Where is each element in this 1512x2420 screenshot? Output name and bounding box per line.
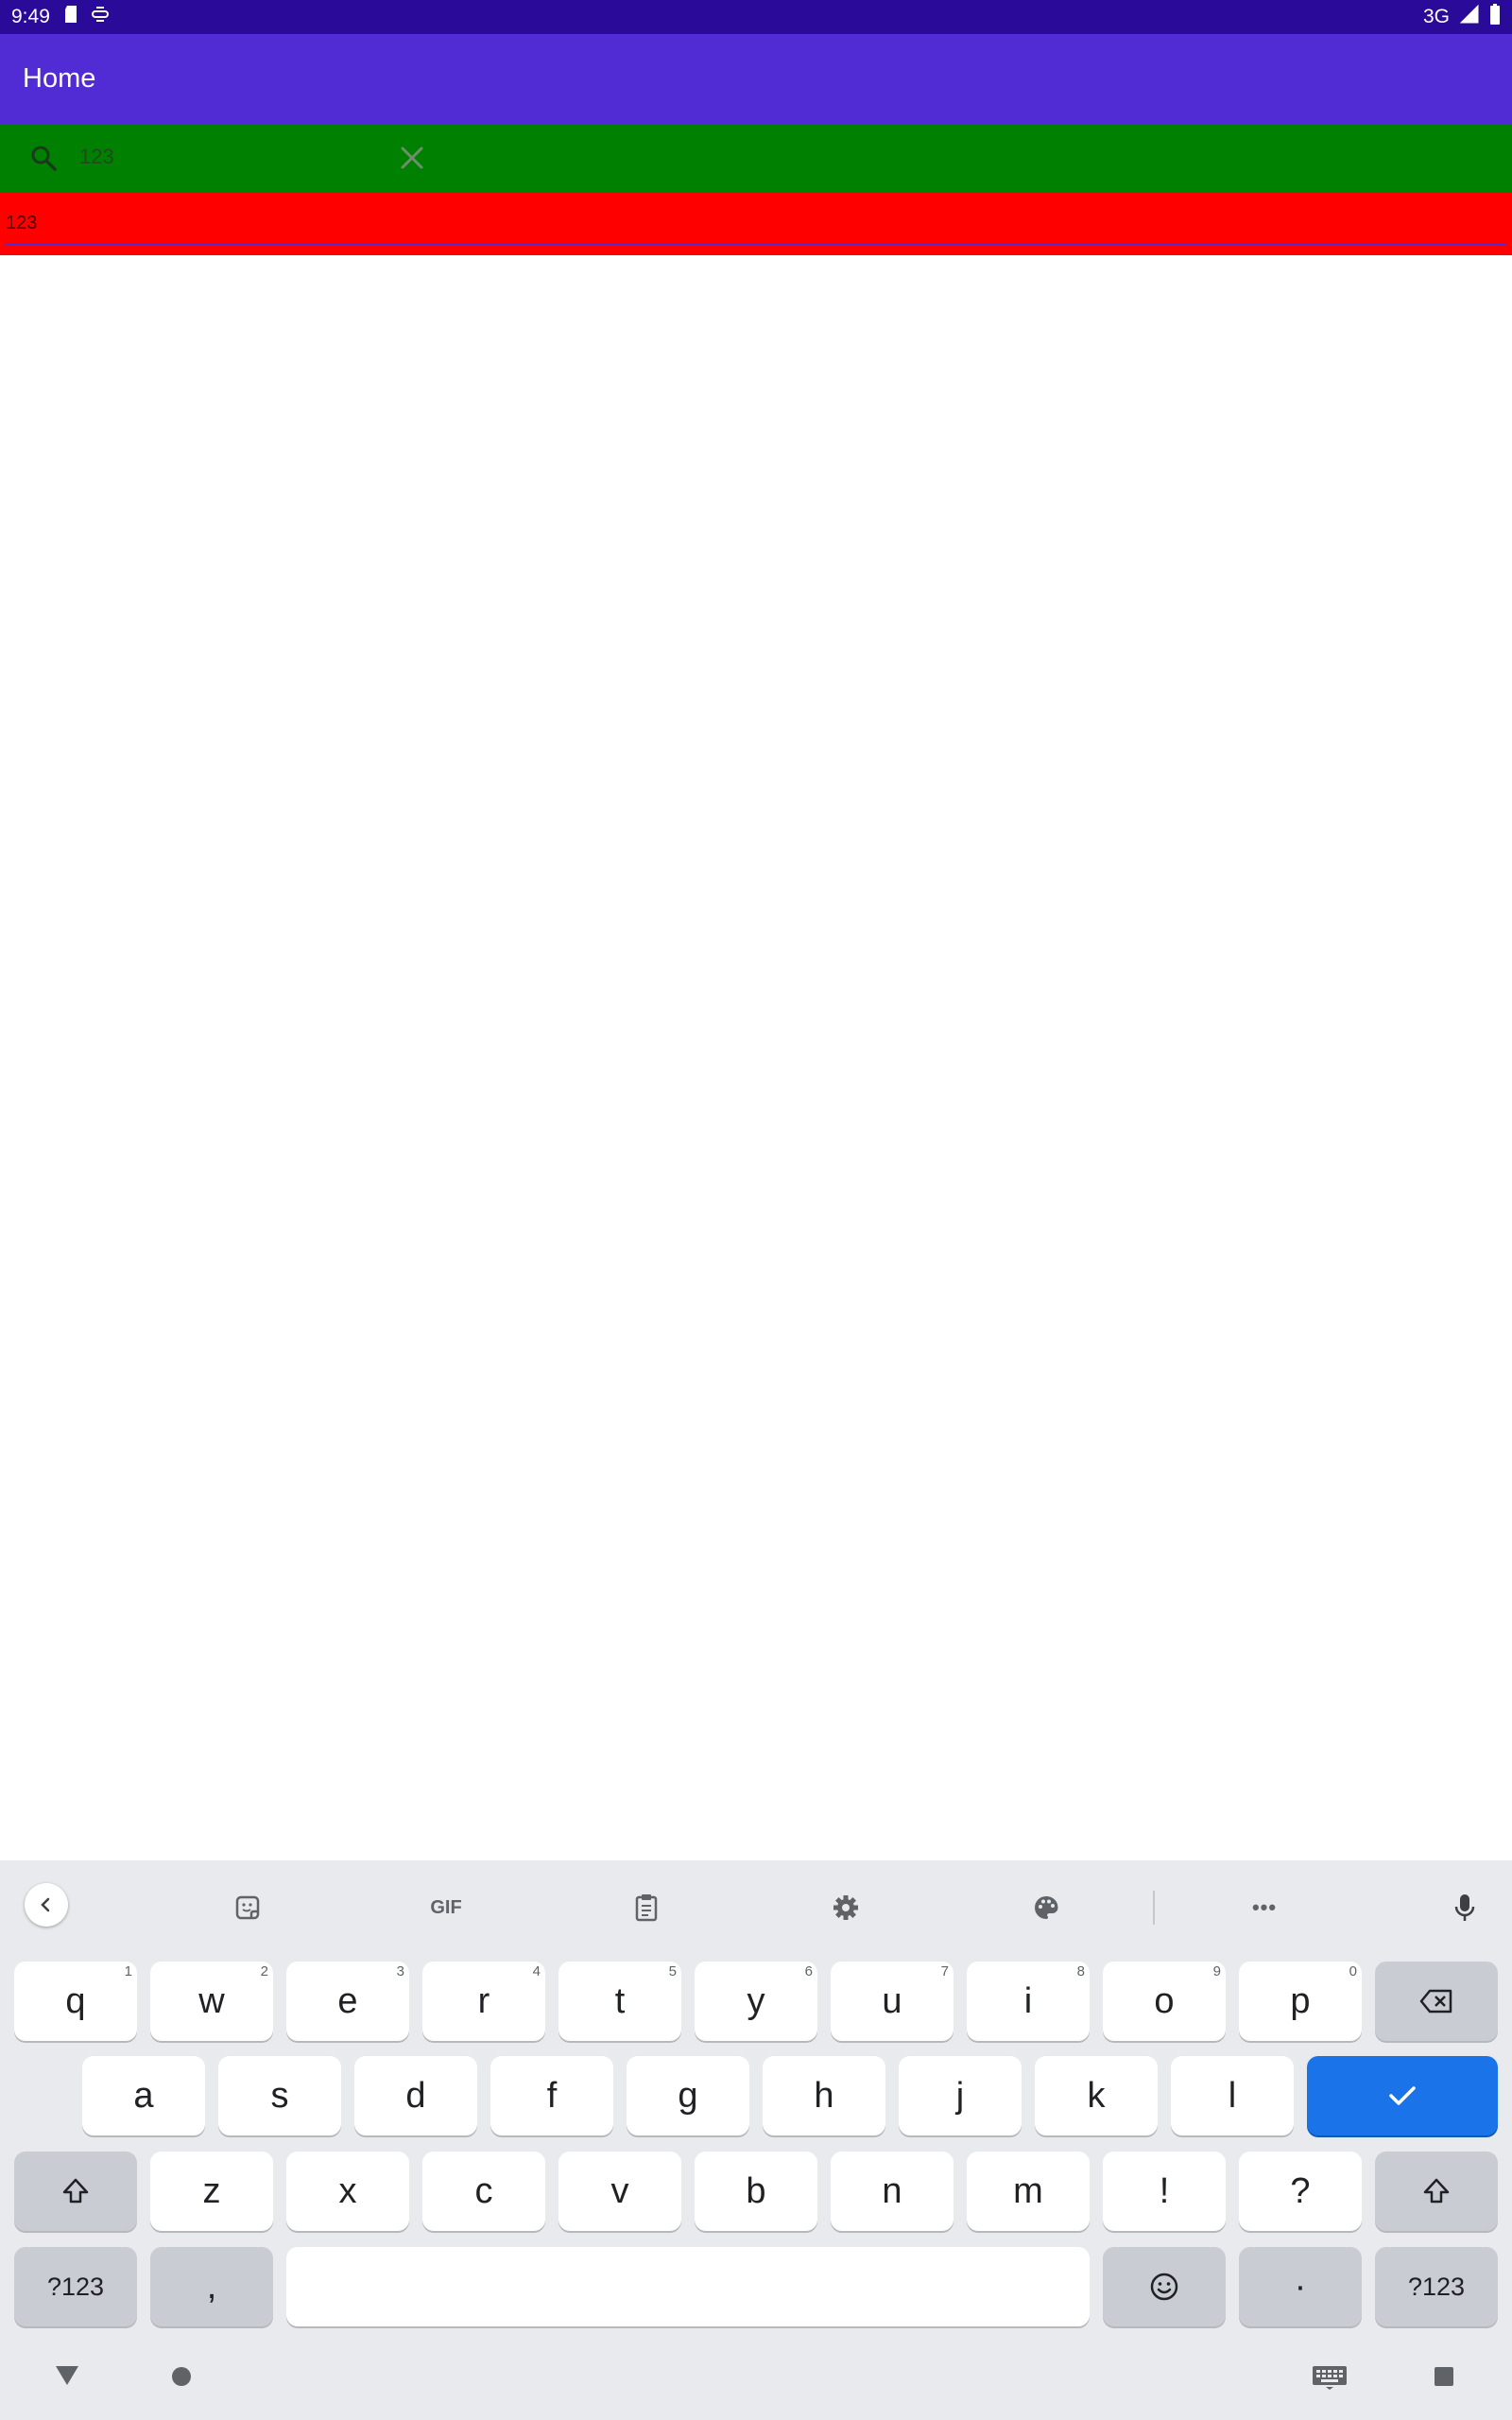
search-bar[interactable]: 123 (0, 124, 1512, 192)
palette-icon[interactable] (1025, 1887, 1067, 1928)
key-hint: 1 (124, 1963, 132, 1979)
key-hint: 5 (668, 1963, 677, 1979)
key-label: e (337, 1980, 358, 2021)
key-label: q (65, 1980, 86, 2021)
key-i[interactable]: i8 (967, 1962, 1090, 2041)
key-a[interactable]: a (82, 2056, 205, 2135)
key-h[interactable]: h (763, 2056, 885, 2135)
key-o[interactable]: o9 (1103, 1962, 1226, 2041)
key-label: o (1154, 1980, 1175, 2021)
key-d[interactable]: d (354, 2056, 477, 2135)
back-chevron-icon[interactable] (25, 1883, 68, 1927)
key-c[interactable]: c (422, 2152, 545, 2231)
key-label: ?123 (46, 2272, 105, 2301)
key-z[interactable]: z (150, 2152, 273, 2231)
gif-icon[interactable]: GIF (425, 1887, 467, 1928)
sd-card-icon (63, 5, 78, 29)
key-r[interactable]: r4 (422, 1962, 545, 2041)
key-v[interactable]: v (558, 2152, 681, 2231)
key-k[interactable]: k (1035, 2056, 1158, 2135)
signal-icon (1459, 4, 1480, 29)
key-u[interactable]: u7 (831, 1962, 954, 2041)
network-type: 3G (1422, 6, 1450, 27)
status-bar: 9:49 3G (0, 0, 1512, 34)
key-label: r (477, 1980, 490, 2021)
key-f[interactable]: f (490, 2056, 613, 2135)
entry-value[interactable]: 123 (6, 213, 37, 234)
app-bar: Home (0, 34, 1512, 124)
key-label: ?123 (1407, 2272, 1466, 2301)
keyboard-toolbar: GIF ••• (0, 1860, 1512, 1955)
settings-gear-icon[interactable] (825, 1887, 867, 1928)
sticker-icon[interactable] (227, 1887, 268, 1928)
key-hint: 8 (1076, 1963, 1085, 1979)
key-t[interactable]: t5 (558, 1962, 681, 2041)
key-m[interactable]: m (967, 2152, 1090, 2231)
back-triangle-icon[interactable] (55, 2365, 79, 2391)
key-label: p (1290, 1980, 1311, 2021)
key-j[interactable]: j (899, 2056, 1022, 2135)
keyboard-switch-icon[interactable] (1312, 2365, 1348, 2394)
symbols-key-right[interactable]: ?123 (1375, 2247, 1498, 2326)
key-l[interactable]: l (1171, 2056, 1294, 2135)
text-entry[interactable]: 123 (0, 192, 1512, 255)
sim-icon (91, 5, 109, 29)
screen: 9:49 3G Home 123 123 GIF ••• q 1 w 2 e 3… (0, 0, 1512, 2420)
comma-key[interactable]: , (150, 2247, 273, 2326)
key-label: w (198, 1980, 225, 2021)
recents-square-icon[interactable] (1434, 2366, 1454, 2392)
microphone-icon[interactable] (1444, 1887, 1486, 1928)
backspace-key[interactable] (1375, 1962, 1498, 2041)
key-hint: 2 (260, 1963, 268, 1979)
period-key[interactable]: · (1239, 2247, 1362, 2326)
search-input[interactable]: 123 (79, 145, 114, 169)
key-n[interactable]: n (831, 2152, 954, 2231)
key-y[interactable]: y6 (695, 1962, 817, 2041)
key-hint: 3 (396, 1963, 404, 1979)
key-label: i (1023, 1980, 1033, 2021)
shift-key-right[interactable] (1375, 2152, 1498, 2231)
key-exclamation[interactable]: ! (1103, 2152, 1226, 2231)
key-label: t (614, 1980, 626, 2021)
backspace-icon (1419, 1989, 1452, 2014)
key-hint: 9 (1212, 1963, 1221, 1979)
key-hint: 4 (532, 1963, 541, 1979)
symbols-key-left[interactable]: ?123 (14, 2247, 137, 2326)
status-time: 9:49 (11, 6, 50, 27)
enter-key[interactable] (1307, 2056, 1498, 2135)
shift-icon (1423, 2178, 1450, 2204)
close-icon[interactable] (397, 143, 427, 173)
key-e[interactable]: e3 (286, 1962, 409, 2041)
key-x[interactable]: x (286, 2152, 409, 2231)
battery-icon (1489, 4, 1501, 30)
key-s[interactable]: s (218, 2056, 341, 2135)
page-title: Home (23, 63, 96, 94)
key-hint: 0 (1349, 1963, 1357, 1979)
more-icon[interactable]: ••• (1244, 1887, 1285, 1928)
emoji-key[interactable] (1103, 2247, 1226, 2326)
space-key[interactable] (286, 2247, 1090, 2326)
key-p[interactable]: p0 (1239, 1962, 1362, 2041)
shift-key-left[interactable] (14, 2152, 137, 2231)
key-label: u (882, 1980, 902, 2021)
search-icon[interactable] (28, 143, 60, 175)
key-label: y (747, 1980, 765, 2021)
key-question[interactable]: ? (1239, 2152, 1362, 2231)
shift-icon (62, 2178, 89, 2204)
emoji-icon (1150, 2273, 1178, 2301)
key-b[interactable]: b (695, 2152, 817, 2231)
checkmark-icon (1389, 2086, 1416, 2105)
toolbar-divider (1153, 1891, 1155, 1925)
entry-underline (6, 243, 1506, 246)
key-w[interactable]: w2 (150, 1962, 273, 2041)
key-hint: 6 (804, 1963, 813, 1979)
clipboard-icon[interactable] (626, 1887, 667, 1928)
key-g[interactable]: g (627, 2056, 749, 2135)
nav-bar (0, 2335, 1512, 2420)
key-q[interactable]: q1 (14, 1962, 137, 2041)
home-circle-icon[interactable] (171, 2366, 192, 2392)
key-hint: 7 (940, 1963, 949, 1979)
